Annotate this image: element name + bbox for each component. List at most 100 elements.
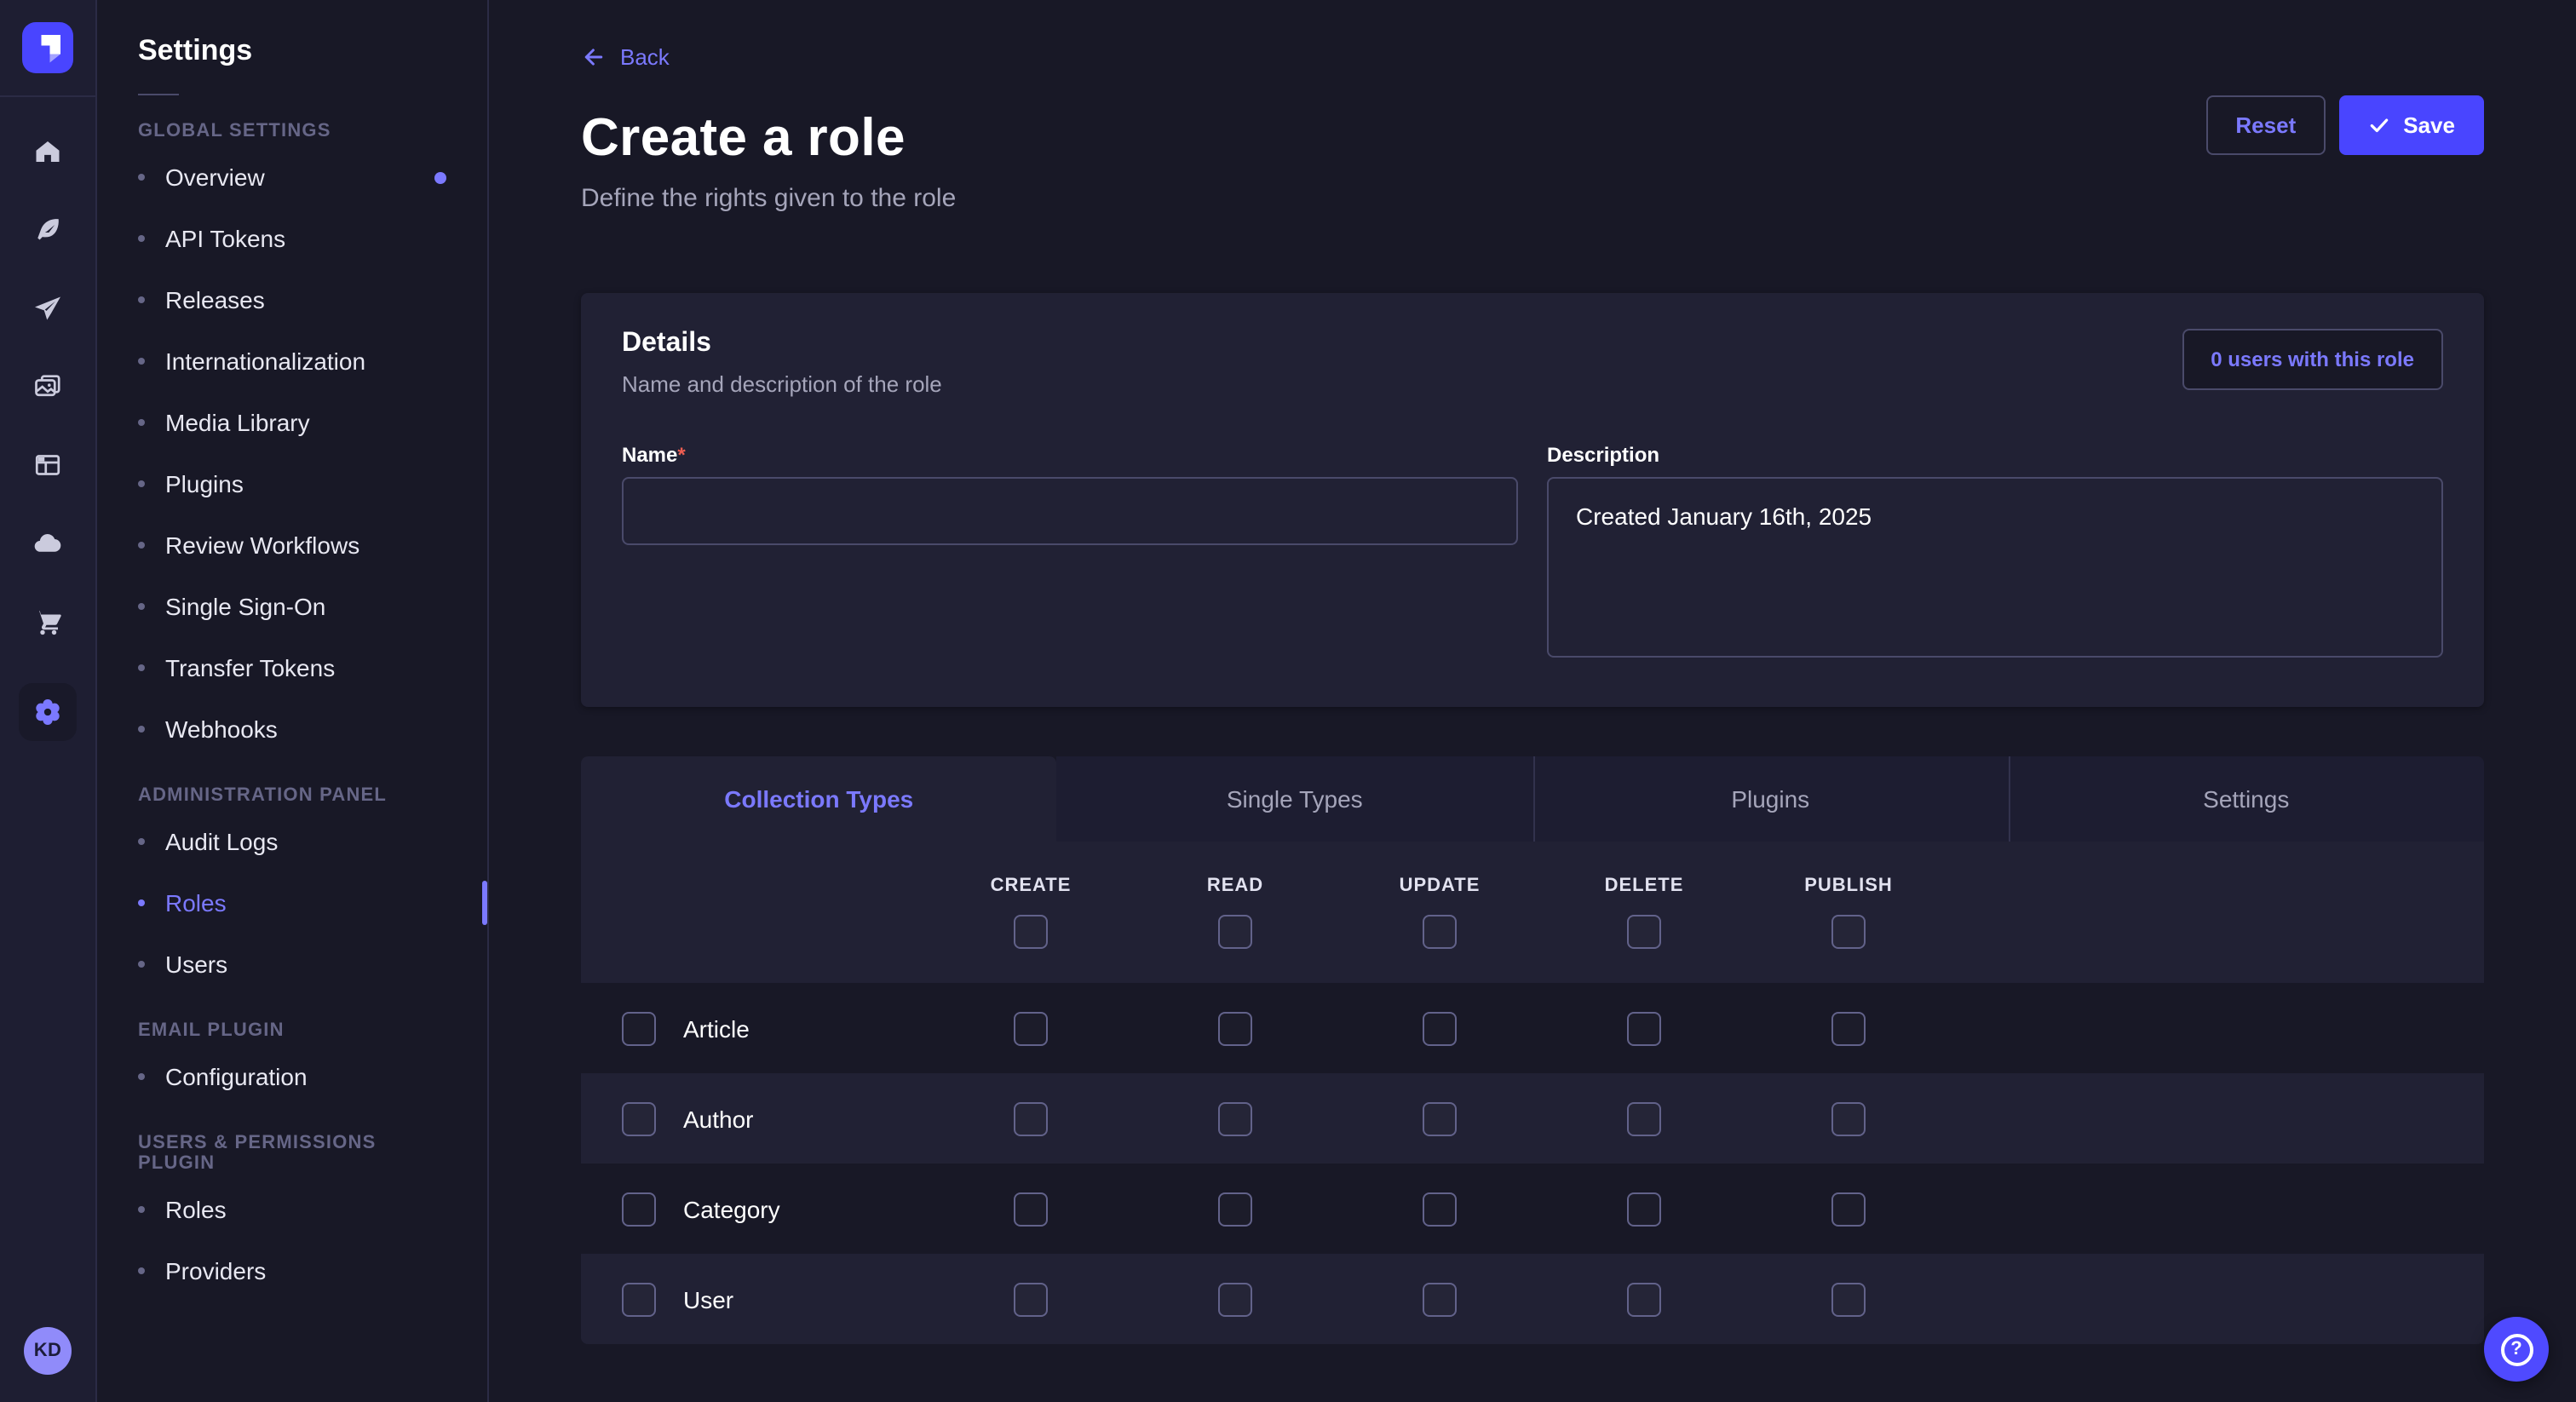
- description-textarea[interactable]: Created January 16th, 2025: [1547, 477, 2443, 658]
- back-link[interactable]: Back: [581, 44, 670, 70]
- tab-collection-types[interactable]: Collection Types: [581, 756, 1057, 842]
- description-field-group: Description Created January 16th, 2025: [1547, 443, 2443, 666]
- permission-checkbox-publish[interactable]: [1831, 1192, 1866, 1226]
- section-users-permissions-plugin: USERS & PERMISSIONS PLUGIN: [97, 1133, 487, 1174]
- permission-checkbox-delete[interactable]: [1627, 1282, 1661, 1316]
- help-button[interactable]: ?: [2484, 1317, 2549, 1382]
- avatar[interactable]: KD: [24, 1327, 72, 1375]
- content-feather-icon[interactable]: [31, 213, 65, 247]
- bullet-icon: [138, 1206, 145, 1213]
- cloud-icon[interactable]: [31, 526, 65, 560]
- sidebar-item-transfer-tokens[interactable]: Transfer Tokens: [97, 637, 487, 698]
- permission-checkbox-delete[interactable]: [1627, 1011, 1661, 1045]
- permission-checkbox-update[interactable]: [1423, 1192, 1457, 1226]
- settings-nav-button[interactable]: [19, 683, 77, 741]
- select-column-checkbox-update[interactable]: [1423, 915, 1457, 949]
- select-row-checkbox[interactable]: [622, 1282, 656, 1316]
- permission-checkbox-publish[interactable]: [1831, 1282, 1866, 1316]
- required-asterisk: *: [677, 443, 685, 467]
- select-column-checkbox-publish[interactable]: [1831, 915, 1866, 949]
- permission-checkbox-delete[interactable]: [1627, 1192, 1661, 1226]
- sidebar-item-releases[interactable]: Releases: [97, 269, 487, 330]
- media-library-icon[interactable]: [31, 370, 65, 404]
- main-content: Back Create a role Define the rights giv…: [489, 0, 2576, 1402]
- sidebar-item-single-sign-on[interactable]: Single Sign-On: [97, 576, 487, 637]
- permission-checkbox-delete[interactable]: [1627, 1101, 1661, 1135]
- permission-checkbox-read[interactable]: [1218, 1282, 1252, 1316]
- sidebar-item-webhooks[interactable]: Webhooks: [97, 698, 487, 760]
- tab-plugins[interactable]: Plugins: [1532, 756, 2009, 842]
- tab-single-types[interactable]: Single Types: [1057, 756, 1533, 842]
- sidebar-item-up-roles[interactable]: Roles: [97, 1179, 487, 1240]
- bullet-icon: [138, 726, 145, 733]
- sidebar-item-label: Releases: [165, 286, 265, 313]
- table-row-author: Author: [581, 1073, 2484, 1164]
- row-label: Category: [683, 1195, 780, 1222]
- question-mark-icon: ?: [2500, 1333, 2533, 1365]
- active-indicator: [482, 881, 487, 925]
- permission-checkbox-read[interactable]: [1218, 1192, 1252, 1226]
- permission-checkbox-create[interactable]: [1014, 1192, 1048, 1226]
- select-row-checkbox[interactable]: [622, 1101, 656, 1135]
- tab-settings[interactable]: Settings: [2009, 756, 2485, 842]
- bullet-icon: [138, 603, 145, 610]
- save-label: Save: [2403, 112, 2455, 138]
- select-column-checkbox-delete[interactable]: [1627, 915, 1661, 949]
- home-icon[interactable]: [31, 135, 65, 169]
- send-plane-icon[interactable]: [31, 291, 65, 325]
- sidebar-item-overview[interactable]: Overview: [97, 147, 487, 208]
- permission-checkbox-update[interactable]: [1423, 1011, 1457, 1045]
- sidebar-item-plugins[interactable]: Plugins: [97, 453, 487, 514]
- notification-dot-icon: [434, 171, 446, 183]
- select-row-checkbox[interactable]: [622, 1192, 656, 1226]
- permission-checkbox-create[interactable]: [1014, 1011, 1048, 1045]
- bullet-icon: [138, 358, 145, 365]
- marketplace-cart-icon[interactable]: [31, 605, 65, 639]
- sidebar-item-up-providers[interactable]: Providers: [97, 1240, 487, 1301]
- permission-checkbox-update[interactable]: [1423, 1282, 1457, 1316]
- select-column-checkbox-create[interactable]: [1014, 915, 1048, 949]
- reset-button[interactable]: Reset: [2206, 95, 2325, 155]
- check-icon: [2367, 114, 2389, 136]
- permission-checkbox-publish[interactable]: [1831, 1101, 1866, 1135]
- section-administration-panel: ADMINISTRATION PANEL: [97, 785, 487, 806]
- sidebar-item-label: Audit Logs: [165, 828, 278, 855]
- sidebar-item-label: Transfer Tokens: [165, 654, 335, 681]
- sidebar-item-configuration[interactable]: Configuration: [97, 1046, 487, 1107]
- strapi-logo[interactable]: [0, 0, 96, 97]
- table-row-category: Category: [581, 1164, 2484, 1254]
- sidebar-item-audit-logs[interactable]: Audit Logs: [97, 811, 487, 872]
- bullet-icon: [138, 1267, 145, 1274]
- sidebar-item-review-workflows[interactable]: Review Workflows: [97, 514, 487, 576]
- name-input[interactable]: [622, 477, 1518, 545]
- permission-checkbox-update[interactable]: [1423, 1101, 1457, 1135]
- bullet-icon: [138, 838, 145, 845]
- details-card: Details Name and description of the role…: [581, 293, 2484, 707]
- save-button[interactable]: Save: [2338, 95, 2484, 155]
- sidebar-item-label: Webhooks: [165, 715, 278, 743]
- sidebar-item-label: Internationalization: [165, 348, 365, 375]
- select-column-checkbox-read[interactable]: [1218, 915, 1252, 949]
- permission-checkbox-create[interactable]: [1014, 1101, 1048, 1135]
- sidebar-item-users[interactable]: Users: [97, 934, 487, 995]
- sidebar-item-label: Configuration: [165, 1063, 308, 1090]
- permission-checkbox-create[interactable]: [1014, 1282, 1048, 1316]
- sidebar-item-media-library[interactable]: Media Library: [97, 392, 487, 453]
- permission-checkbox-read[interactable]: [1218, 1101, 1252, 1135]
- users-with-role-button[interactable]: 0 users with this role: [2182, 329, 2443, 390]
- row-label: Article: [683, 1014, 750, 1042]
- sidebar-item-roles[interactable]: Roles: [97, 872, 487, 934]
- bullet-icon: [138, 174, 145, 181]
- select-row-checkbox[interactable]: [622, 1011, 656, 1045]
- permission-checkbox-publish[interactable]: [1831, 1011, 1866, 1045]
- sidebar-item-label: API Tokens: [165, 225, 285, 252]
- settings-gear-icon: [31, 695, 65, 729]
- sidebar-item-internationalization[interactable]: Internationalization: [97, 330, 487, 392]
- sidebar-item-api-tokens[interactable]: API Tokens: [97, 208, 487, 269]
- layout-icon[interactable]: [31, 448, 65, 482]
- permissions-header: CREATE READ UPDATE DELETE PUBLISH: [581, 842, 2484, 983]
- details-title: Details: [622, 329, 942, 359]
- column-label-update: UPDATE: [1337, 876, 1542, 896]
- permission-checkbox-read[interactable]: [1218, 1011, 1252, 1045]
- name-field-group: Name*: [622, 443, 1518, 545]
